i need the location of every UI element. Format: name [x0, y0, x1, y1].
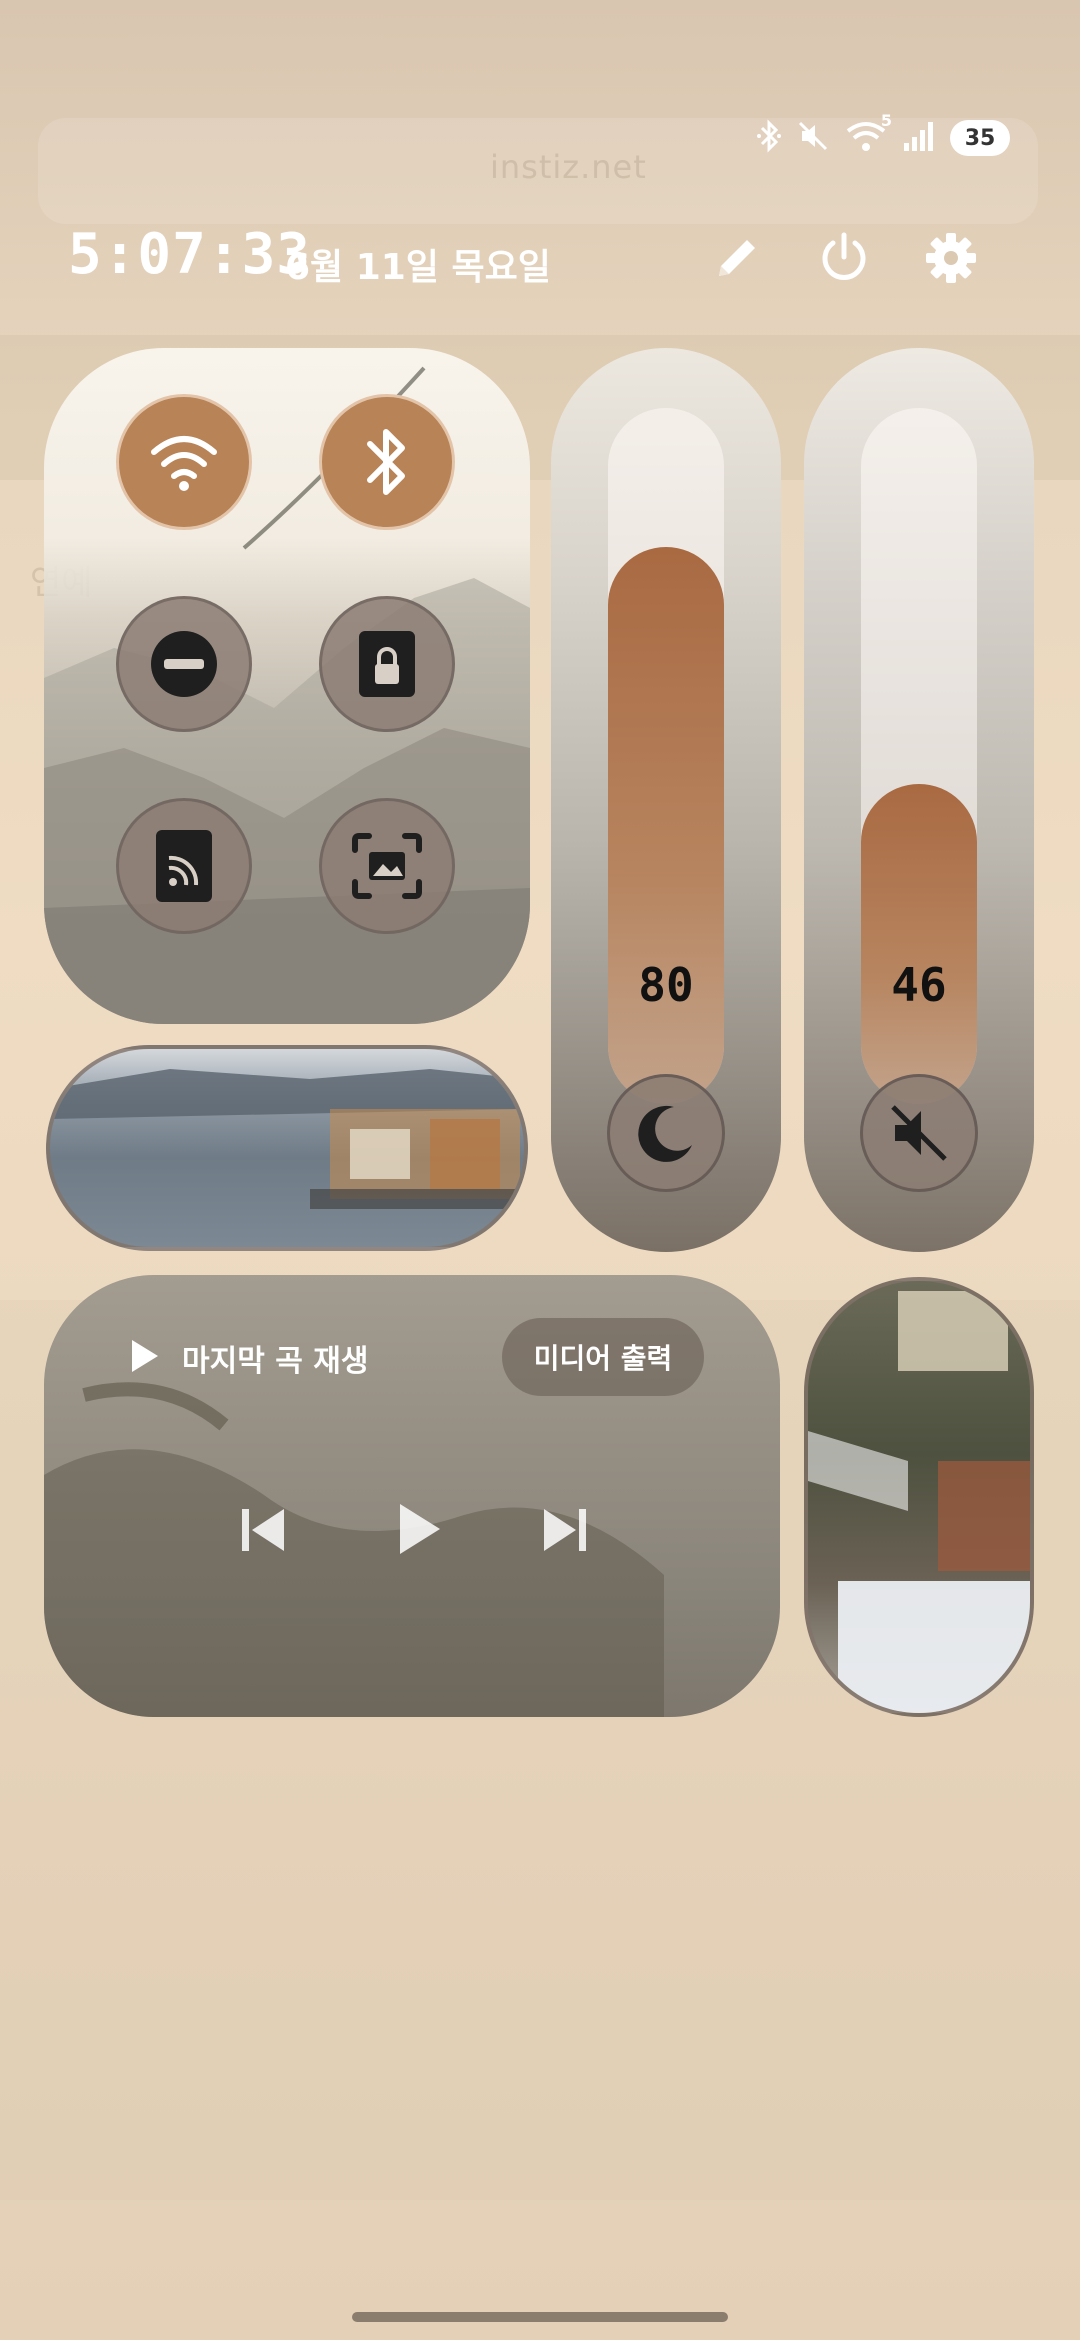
- edit-button[interactable]: [707, 228, 767, 288]
- previous-icon: [242, 1509, 284, 1551]
- clock: 5:07:33: [68, 222, 312, 287]
- wifi-icon: 5: [844, 111, 892, 157]
- nfc-icon: [156, 830, 212, 902]
- next-button[interactable]: [542, 1505, 588, 1559]
- gear-icon: [926, 233, 976, 283]
- minus-circle-icon: [151, 631, 217, 697]
- mute-icon: [796, 119, 830, 157]
- previous-button[interactable]: [240, 1505, 286, 1559]
- moon-icon: [638, 1105, 692, 1162]
- volume-value: 46: [891, 958, 947, 1012]
- brightness-fill: [608, 547, 724, 1104]
- photo-widget-lake[interactable]: [46, 1045, 528, 1251]
- night-mode-button[interactable]: [607, 1074, 725, 1192]
- wifi-icon: [151, 436, 217, 491]
- background-url: instiz.net: [490, 148, 647, 186]
- pencil-icon: [719, 240, 755, 276]
- bluetooth-toggle[interactable]: [319, 394, 455, 530]
- nfc-toggle[interactable]: [116, 798, 252, 934]
- brightness-value: 80: [638, 958, 694, 1012]
- power-button[interactable]: [814, 228, 874, 288]
- play-icon: [400, 1504, 440, 1554]
- play-button[interactable]: [396, 1500, 442, 1562]
- village-scene: [808, 1291, 1030, 1713]
- power-icon: [822, 232, 866, 280]
- brightness-panel: 80: [551, 348, 781, 1252]
- lock-icon: [359, 631, 415, 697]
- do-not-disturb-toggle[interactable]: [116, 596, 252, 732]
- wifi-toggle[interactable]: [116, 394, 252, 530]
- next-icon: [544, 1509, 586, 1551]
- photo-widget-village[interactable]: [804, 1277, 1034, 1717]
- play-small-icon: [128, 1338, 162, 1378]
- date: 6월 11일 목요일: [285, 247, 551, 288]
- wifi-badge: 5: [880, 111, 892, 130]
- toggles-panel: [44, 348, 530, 1024]
- signal-icon: [902, 119, 936, 157]
- volume-panel: 46: [804, 348, 1034, 1252]
- lake-scene: [50, 1069, 524, 1209]
- media-title: 마지막 곡 재생: [182, 1344, 369, 1379]
- settings-button[interactable]: [921, 228, 981, 288]
- rotation-lock-toggle[interactable]: [319, 596, 455, 732]
- screenshot-toggle[interactable]: [319, 798, 455, 934]
- battery-indicator: 35: [950, 120, 1010, 156]
- status-bar: 5 35: [756, 111, 1010, 158]
- bluetooth-icon: [756, 119, 782, 157]
- media-output-button[interactable]: 미디어 출력: [502, 1318, 704, 1396]
- screenshot-icon: [352, 833, 422, 899]
- bluetooth-icon: [367, 429, 405, 495]
- volume-fill: [861, 784, 977, 1104]
- mute-icon: [891, 1105, 947, 1161]
- home-indicator[interactable]: [352, 2312, 728, 2322]
- mute-button[interactable]: [860, 1074, 978, 1192]
